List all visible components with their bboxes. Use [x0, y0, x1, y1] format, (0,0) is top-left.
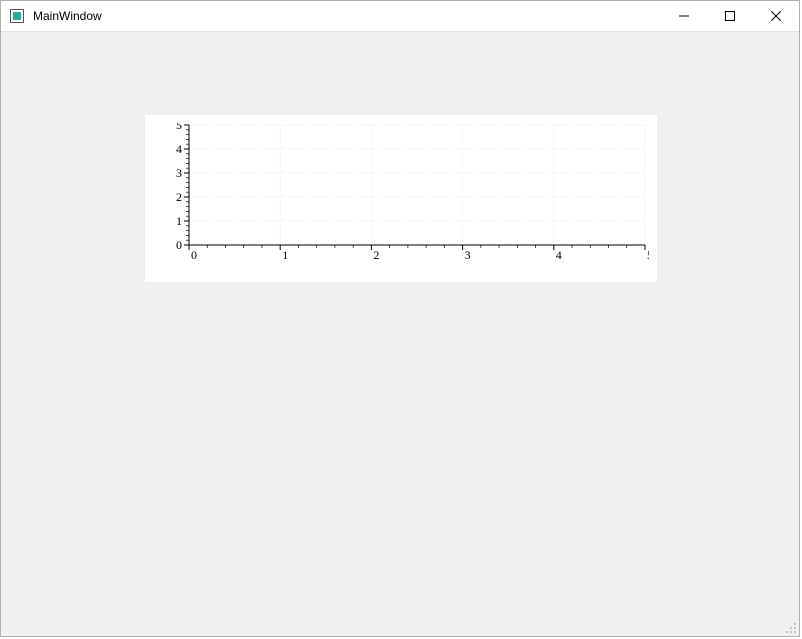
main-window: MainWindow 0 1 2 3 4 5 0 1 2 3 4 5: [0, 0, 800, 637]
svg-text:5: 5: [647, 248, 649, 261]
maximize-button[interactable]: [707, 1, 753, 31]
svg-text:0: 0: [191, 248, 197, 261]
window-title: MainWindow: [33, 9, 102, 23]
svg-text:3: 3: [465, 248, 471, 261]
svg-text:4: 4: [176, 142, 182, 156]
svg-text:3: 3: [176, 166, 182, 180]
titlebar: MainWindow: [1, 1, 799, 32]
svg-text:4: 4: [556, 248, 562, 261]
minimize-button[interactable]: [661, 1, 707, 31]
app-icon: [9, 8, 25, 24]
svg-text:2: 2: [373, 248, 379, 261]
client-area: 0 1 2 3 4 5 0 1 2 3 4 5: [1, 32, 799, 636]
resize-grip-icon[interactable]: [783, 620, 797, 634]
svg-text:0: 0: [176, 238, 182, 252]
svg-text:1: 1: [176, 214, 182, 228]
close-button[interactable]: [753, 1, 799, 31]
svg-text:1: 1: [282, 248, 288, 261]
chart-panel: 0 1 2 3 4 5 0 1 2 3 4 5: [145, 115, 657, 282]
chart-axes[interactable]: 0 1 2 3 4 5 0 1 2 3 4 5: [171, 123, 649, 261]
svg-text:2: 2: [176, 190, 182, 204]
svg-text:5: 5: [176, 123, 182, 132]
